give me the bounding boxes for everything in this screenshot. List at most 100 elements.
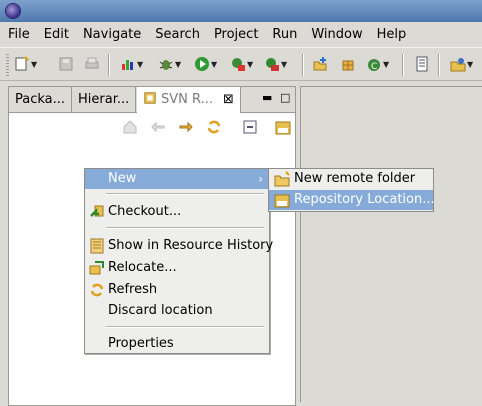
new-wizard-button[interactable]: ▼ bbox=[14, 54, 37, 74]
chevron-down-icon: ▼ bbox=[467, 59, 474, 69]
menu-item-label: New remote folder bbox=[294, 171, 416, 186]
class-icon: C bbox=[368, 59, 380, 72]
chevron-down-icon: ▼ bbox=[137, 59, 144, 69]
menu-run[interactable]: Run bbox=[272, 27, 297, 42]
submenu-arrow-icon: › bbox=[258, 172, 263, 186]
menu-separator bbox=[106, 193, 264, 195]
forward-arrow-icon[interactable] bbox=[178, 119, 194, 135]
tab-label: SVN R... bbox=[161, 92, 213, 107]
minimize-icon[interactable]: ▬ bbox=[262, 91, 272, 104]
new-file-icon bbox=[15, 56, 29, 71]
new-project-icon bbox=[313, 57, 327, 71]
chevron-down-icon: ▼ bbox=[175, 59, 182, 69]
open-perspective-button[interactable]: ▼ bbox=[450, 54, 473, 74]
main-toolbar: ▼ ▼ ▼ ▼ ▼ ▼ C ▼ ▼ bbox=[0, 47, 482, 81]
run-icon bbox=[195, 57, 209, 71]
chevron-down-icon: ▼ bbox=[31, 59, 38, 69]
tab-svn-repositories[interactable]: SVN R... ⊠ bbox=[137, 87, 241, 113]
collapse-all-icon[interactable] bbox=[242, 119, 258, 135]
save-button[interactable] bbox=[58, 54, 74, 74]
print-button[interactable] bbox=[84, 54, 100, 74]
refresh-icon bbox=[90, 283, 104, 297]
history-icon bbox=[90, 238, 104, 254]
chart-icon bbox=[122, 60, 133, 70]
new-package-button[interactable] bbox=[340, 54, 356, 74]
new-repository-location-icon bbox=[274, 194, 290, 208]
refresh-icon[interactable] bbox=[206, 119, 222, 135]
menu-item-show-in-resource-history[interactable]: Show in Resource History bbox=[85, 236, 273, 256]
toolbar-separator bbox=[438, 54, 440, 76]
view-tab-strip: Packa... Hierar... SVN R... ⊠ ▬ □ bbox=[9, 87, 295, 113]
tab-hierarchy[interactable]: Hierar... bbox=[72, 87, 137, 112]
menu-item-label: Discard location bbox=[108, 303, 213, 318]
menu-project[interactable]: Project bbox=[214, 27, 258, 42]
new-java-project-button[interactable] bbox=[312, 54, 328, 74]
tab-label: Hierar... bbox=[78, 92, 130, 107]
menu-window[interactable]: Window bbox=[311, 27, 362, 42]
eclipse-app-icon bbox=[6, 4, 20, 18]
svn-repository-icon bbox=[144, 92, 156, 104]
perspective-icon bbox=[450, 58, 466, 72]
save-icon bbox=[59, 57, 73, 71]
coverage-icon bbox=[232, 58, 245, 71]
menu-item-label: Properties bbox=[108, 336, 174, 351]
profile-button[interactable]: ▼ bbox=[120, 54, 143, 74]
toolbar-separator bbox=[108, 54, 110, 76]
external-tools-button[interactable]: ▼ bbox=[264, 54, 287, 74]
menu-item-repository-location[interactable]: Repository Location... bbox=[269, 190, 435, 210]
close-icon[interactable]: ⊠ bbox=[223, 92, 234, 107]
home-icon[interactable] bbox=[122, 119, 138, 135]
chevron-down-icon: ▼ bbox=[211, 59, 218, 69]
menu-item-discard-location[interactable]: Discard location bbox=[85, 301, 269, 321]
menu-navigate[interactable]: Navigate bbox=[83, 27, 141, 42]
menu-item-label: Relocate... bbox=[108, 260, 177, 275]
print-icon bbox=[85, 57, 99, 69]
menu-separator bbox=[106, 326, 264, 328]
task-list-icon bbox=[416, 56, 428, 72]
tab-label: Packa... bbox=[15, 92, 66, 107]
new-repository-icon[interactable] bbox=[275, 119, 291, 135]
maximize-icon[interactable]: □ bbox=[280, 91, 290, 104]
new-submenu: New remote folder Repository Location... bbox=[268, 168, 435, 212]
menu-file[interactable]: File bbox=[8, 27, 30, 42]
editor-area bbox=[300, 86, 482, 402]
toolbar-grip[interactable] bbox=[6, 54, 9, 76]
debug-button[interactable]: ▼ bbox=[158, 54, 181, 74]
tab-package-explorer[interactable]: Packa... bbox=[9, 87, 73, 112]
bug-icon bbox=[159, 60, 173, 70]
menu-item-label: Refresh bbox=[108, 282, 158, 297]
checkout-icon bbox=[90, 205, 104, 217]
svg-text:C: C bbox=[371, 62, 377, 72]
run-button[interactable]: ▼ bbox=[194, 54, 217, 74]
relocate-icon bbox=[89, 261, 104, 275]
menu-item-relocate[interactable]: Relocate... bbox=[85, 258, 269, 278]
new-folder-icon bbox=[274, 171, 290, 187]
context-menu: New › Checkout... Show in Resource Histo… bbox=[84, 168, 273, 354]
back-arrow-icon[interactable] bbox=[150, 119, 166, 135]
coverage-button[interactable]: ▼ bbox=[230, 54, 253, 74]
menu-item-label: Checkout... bbox=[108, 204, 182, 219]
menu-separator bbox=[106, 227, 264, 229]
menu-bar: File Edit Navigate Search Project Run Wi… bbox=[0, 22, 482, 46]
menu-item-properties[interactable]: Properties bbox=[85, 334, 269, 354]
external-tools-icon bbox=[266, 58, 279, 71]
package-icon bbox=[342, 60, 354, 71]
menu-item-label: New bbox=[108, 171, 137, 186]
window-titlebar bbox=[0, 0, 482, 22]
menu-help[interactable]: Help bbox=[377, 27, 407, 42]
new-class-button[interactable]: C ▼ bbox=[366, 54, 389, 74]
chevron-down-icon: ▼ bbox=[383, 59, 390, 69]
menu-item-checkout[interactable]: Checkout... bbox=[85, 202, 269, 222]
menu-item-new[interactable]: New › bbox=[85, 169, 269, 189]
menu-item-label: Repository Location... bbox=[294, 192, 435, 207]
chevron-down-icon: ▼ bbox=[247, 59, 254, 69]
menu-item-label: Show in Resource History bbox=[108, 238, 274, 253]
menu-edit[interactable]: Edit bbox=[44, 27, 69, 42]
toolbar-separator bbox=[402, 54, 404, 76]
view-toolbar bbox=[9, 113, 295, 141]
menu-search[interactable]: Search bbox=[155, 27, 200, 42]
menu-item-refresh[interactable]: Refresh bbox=[85, 280, 269, 300]
chevron-down-icon: ▼ bbox=[281, 59, 288, 69]
task-button[interactable] bbox=[414, 54, 430, 74]
menu-item-new-remote-folder[interactable]: New remote folder bbox=[269, 169, 433, 189]
